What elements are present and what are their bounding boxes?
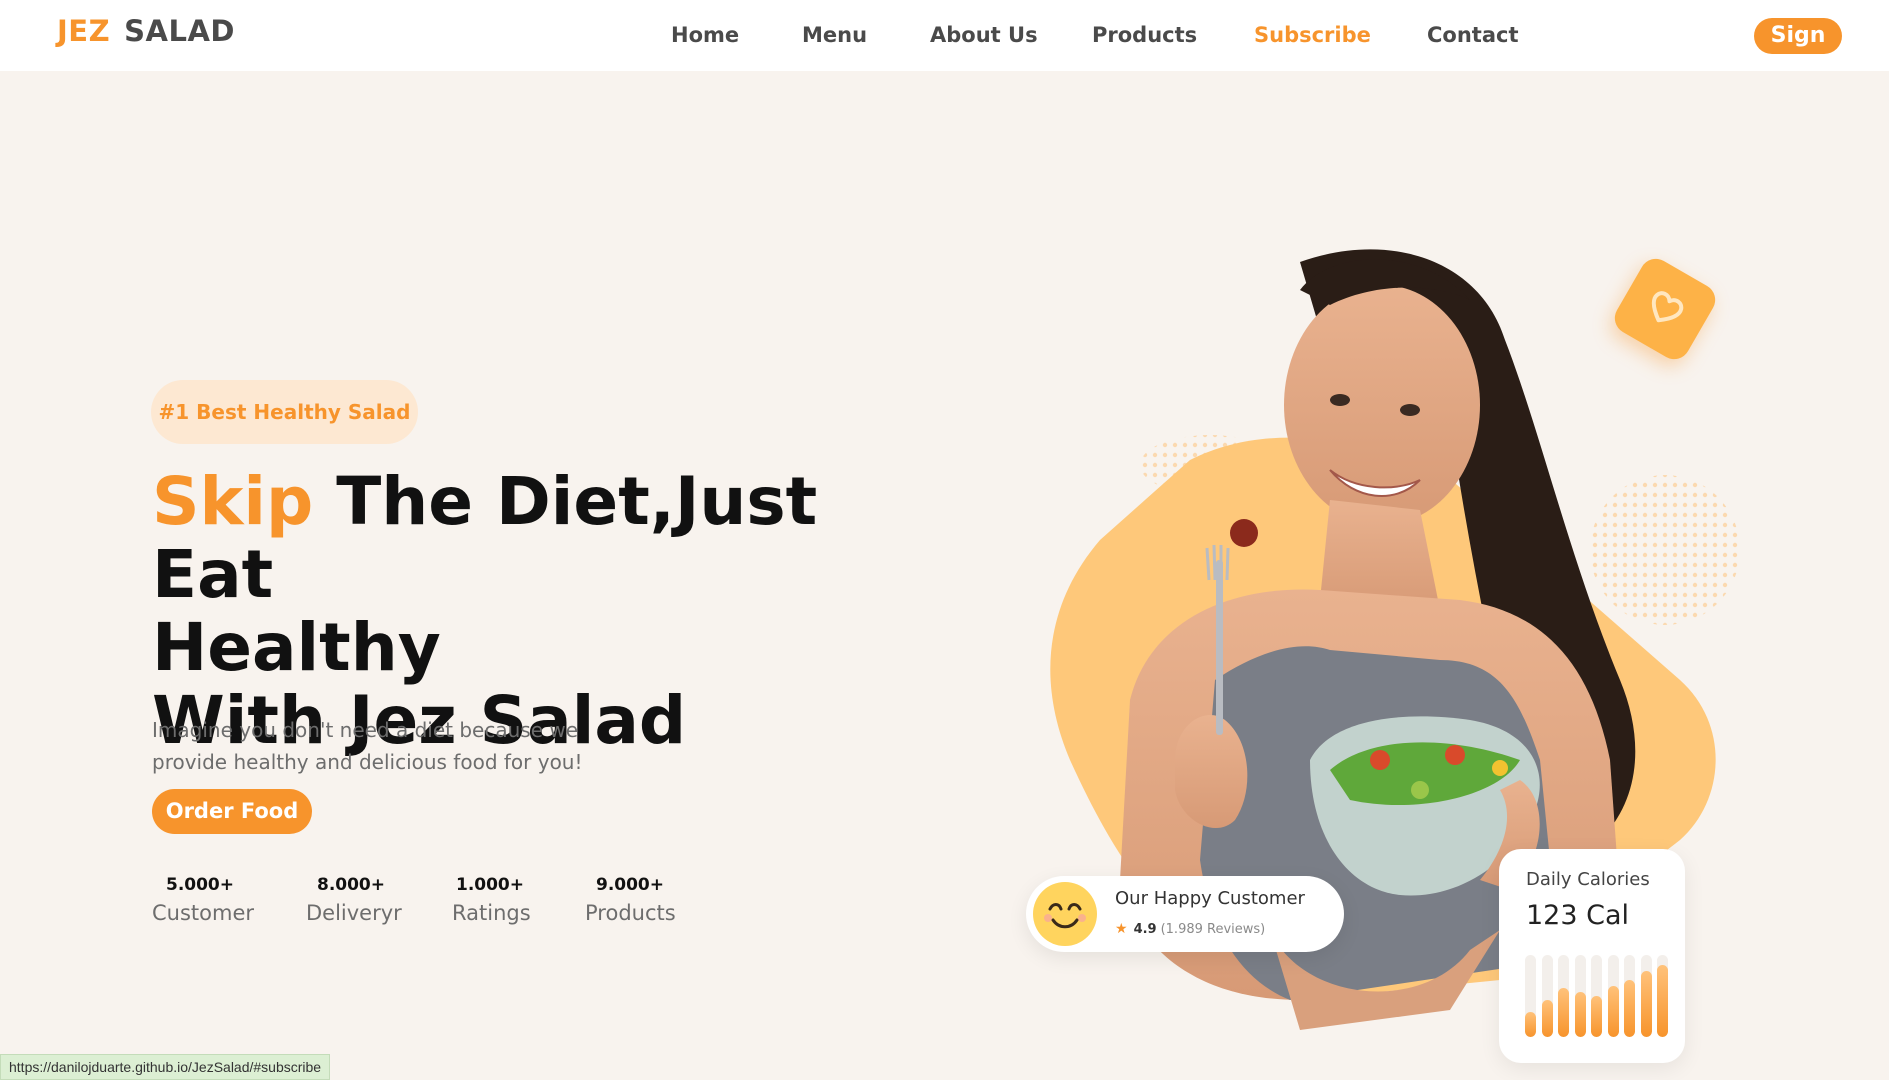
sign-button[interactable]: Sign: [1754, 18, 1842, 54]
stat-label: Customer: [152, 901, 255, 925]
stat-label: Deliveryr: [306, 901, 402, 925]
order-food-button[interactable]: Order Food: [152, 789, 312, 834]
calorie-bar: [1640, 955, 1652, 1037]
avocado-piece: [1411, 781, 1429, 799]
calorie-bar-fill: [1624, 980, 1635, 1037]
calorie-bar-fill: [1591, 996, 1602, 1037]
daily-calories-card: Daily Calories 123 Cal: [1499, 849, 1685, 1063]
calorie-bar-fill: [1558, 988, 1569, 1037]
stat-label: Ratings: [452, 901, 531, 925]
nav-contact[interactable]: Contact: [1427, 23, 1519, 47]
status-bar-url: https://danilojduarte.github.io/JezSalad…: [0, 1054, 331, 1080]
stat-value: 8.000+: [316, 875, 386, 895]
pepper-piece: [1492, 760, 1508, 776]
nav-home[interactable]: Home: [671, 23, 739, 47]
star-icon: ★: [1115, 921, 1128, 937]
calorie-bar-fill: [1541, 1000, 1553, 1037]
calorie-bar: [1657, 955, 1668, 1037]
headline-accent: Skip: [152, 463, 314, 540]
calorie-bar: [1591, 955, 1602, 1037]
hero-subtext: Imagine you don't need a diet because we…: [152, 718, 583, 774]
rating-score: 4.9: [1133, 922, 1157, 937]
stat-delivery: 8.000+ Deliveryr: [306, 874, 402, 930]
stat-ratings: 1.000+ Ratings: [452, 874, 531, 930]
headline-line-2: Healthy: [152, 609, 441, 686]
stat-products: 9.000+ Products: [585, 874, 676, 930]
calorie-bar: [1624, 955, 1635, 1037]
tomato-on-fork: [1230, 519, 1258, 547]
fork-handle: [1216, 560, 1223, 735]
site-header: JEZ SALAD Home Menu About Us Products Sub…: [0, 0, 1889, 71]
calorie-bar-fill: [1525, 1012, 1536, 1037]
calorie-bar: [1574, 955, 1586, 1037]
stat-value: 9.000+: [595, 875, 665, 895]
calories-label: Daily Calories: [1526, 869, 1650, 890]
dot-pattern-right: [1590, 475, 1740, 625]
nav-subscribe[interactable]: Subscribe: [1254, 23, 1371, 47]
happy-customer-title: Our Happy Customer: [1115, 888, 1305, 909]
stat-label: Products: [585, 901, 676, 925]
stat-customer: 5.000+ Customer: [152, 874, 255, 930]
calories-value: 123 Cal: [1526, 900, 1630, 931]
nav-about-us[interactable]: About Us: [930, 23, 1038, 47]
main-nav: Home Menu About Us Products Subscribe Co…: [0, 23, 1889, 51]
happy-customer-card: Our Happy Customer ★ 4.9 (1.989 Reviews): [1026, 876, 1344, 952]
tomato-2: [1445, 745, 1465, 765]
rating-reviews: (1.989 Reviews): [1160, 922, 1266, 937]
calorie-bar: [1525, 955, 1536, 1037]
nav-menu[interactable]: Menu: [802, 23, 867, 47]
eye-left: [1330, 394, 1350, 406]
calorie-bar-fill: [1607, 986, 1619, 1037]
best-salad-badge: #1 Best Healthy Salad: [151, 380, 418, 444]
happy-customer-rating: ★ 4.9 (1.989 Reviews): [1115, 921, 1265, 937]
calorie-bar-fill: [1657, 965, 1668, 1037]
heart-icon: [1651, 291, 1684, 323]
smiling-face-icon: [1033, 882, 1097, 946]
eye-right: [1400, 404, 1420, 416]
calorie-bar-fill: [1640, 971, 1652, 1037]
nav-products[interactable]: Products: [1092, 23, 1197, 47]
calorie-bar: [1607, 955, 1619, 1037]
calorie-bar: [1558, 955, 1569, 1037]
stat-value: 5.000+: [165, 875, 235, 895]
tomato-1: [1370, 750, 1390, 770]
calorie-bar-fill: [1574, 992, 1586, 1037]
stat-value: 1.000+: [455, 875, 525, 895]
calorie-bar: [1541, 955, 1553, 1037]
calories-bar-chart: [1525, 955, 1668, 1037]
